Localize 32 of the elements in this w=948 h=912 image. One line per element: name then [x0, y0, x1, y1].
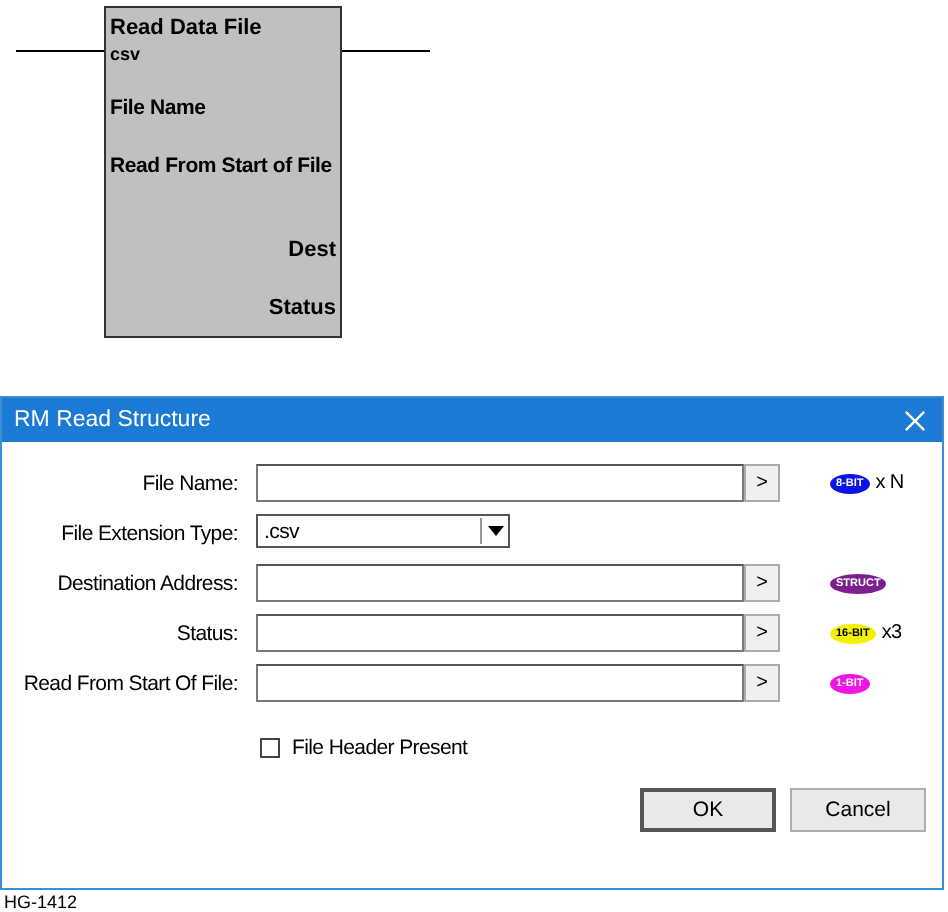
browse-button[interactable]: >	[744, 464, 780, 502]
field-label: File Name:	[140, 471, 238, 495]
input-field[interactable]	[256, 564, 744, 602]
browse-button[interactable]: >	[744, 664, 780, 702]
ok-button[interactable]: OK	[640, 788, 776, 832]
field-label: File Extension Type:	[59, 521, 238, 545]
dropdown-arrow-icon[interactable]	[480, 518, 508, 544]
field-label: Status:	[174, 621, 238, 645]
browse-button[interactable]: >	[744, 564, 780, 602]
browse-button[interactable]: >	[744, 614, 780, 652]
count-label: x N	[875, 472, 904, 494]
wire-line	[342, 50, 430, 52]
cancel-button[interactable]: Cancel	[790, 788, 926, 832]
count-label: x3	[881, 622, 902, 644]
input-field[interactable]	[256, 664, 744, 702]
checkbox[interactable]	[260, 738, 280, 758]
block-subtitle: csv	[110, 42, 141, 66]
dropdown[interactable]: .csv	[256, 514, 510, 548]
window-title: RM Read Structure	[14, 408, 211, 432]
output-pin: Dest	[288, 238, 336, 264]
output-pin: Status	[268, 296, 336, 322]
input-field[interactable]	[256, 464, 744, 502]
wire-line	[16, 50, 104, 52]
close-icon[interactable]	[904, 409, 926, 431]
block-title: Read Data File	[110, 14, 262, 42]
input-pin: Read From Start of File	[110, 154, 332, 180]
field-label: Destination Address:	[55, 571, 238, 595]
checkbox-label: File Header Present	[292, 736, 468, 760]
figure-caption: HG-1412	[2, 892, 80, 912]
input-pin: File Name	[110, 96, 206, 122]
field-label: Read From Start Of File:	[21, 671, 238, 695]
input-field[interactable]	[256, 614, 744, 652]
